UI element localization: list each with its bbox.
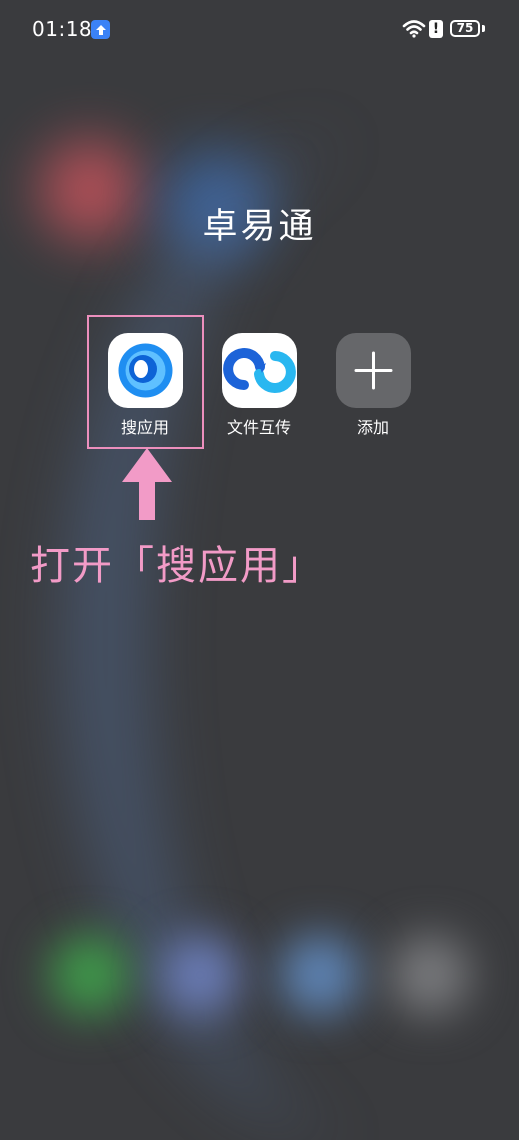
status-time: 01:18 [32, 17, 93, 41]
dock-app-blurred [50, 935, 130, 1015]
folder-title: 卓易通 [202, 207, 317, 247]
dock-app-blurred [390, 935, 470, 1015]
arrow-up-icon [122, 448, 172, 520]
dock-app-blurred [160, 935, 240, 1015]
app-add[interactable]: 添加 [328, 333, 418, 438]
plus-icon[interactable] [335, 333, 411, 408]
app-file-transfer[interactable]: 文件互传 [214, 333, 304, 438]
battery-tip [482, 25, 485, 32]
status-bar: 01:18 ! 75 [0, 0, 519, 58]
dock-app-blurred [280, 935, 360, 1015]
highlight-box [87, 315, 204, 449]
alert-icon: ! [429, 20, 443, 38]
battery-indicator: 75 [450, 20, 480, 37]
wifi-icon [402, 20, 426, 38]
instruction-text: 打开「搜应用」 [30, 543, 324, 589]
file-transfer-icon[interactable] [221, 333, 297, 408]
upload-arrow-icon [91, 20, 110, 39]
app-label-file-transfer: 文件互传 [226, 418, 291, 437]
app-label-add: 添加 [356, 418, 389, 437]
